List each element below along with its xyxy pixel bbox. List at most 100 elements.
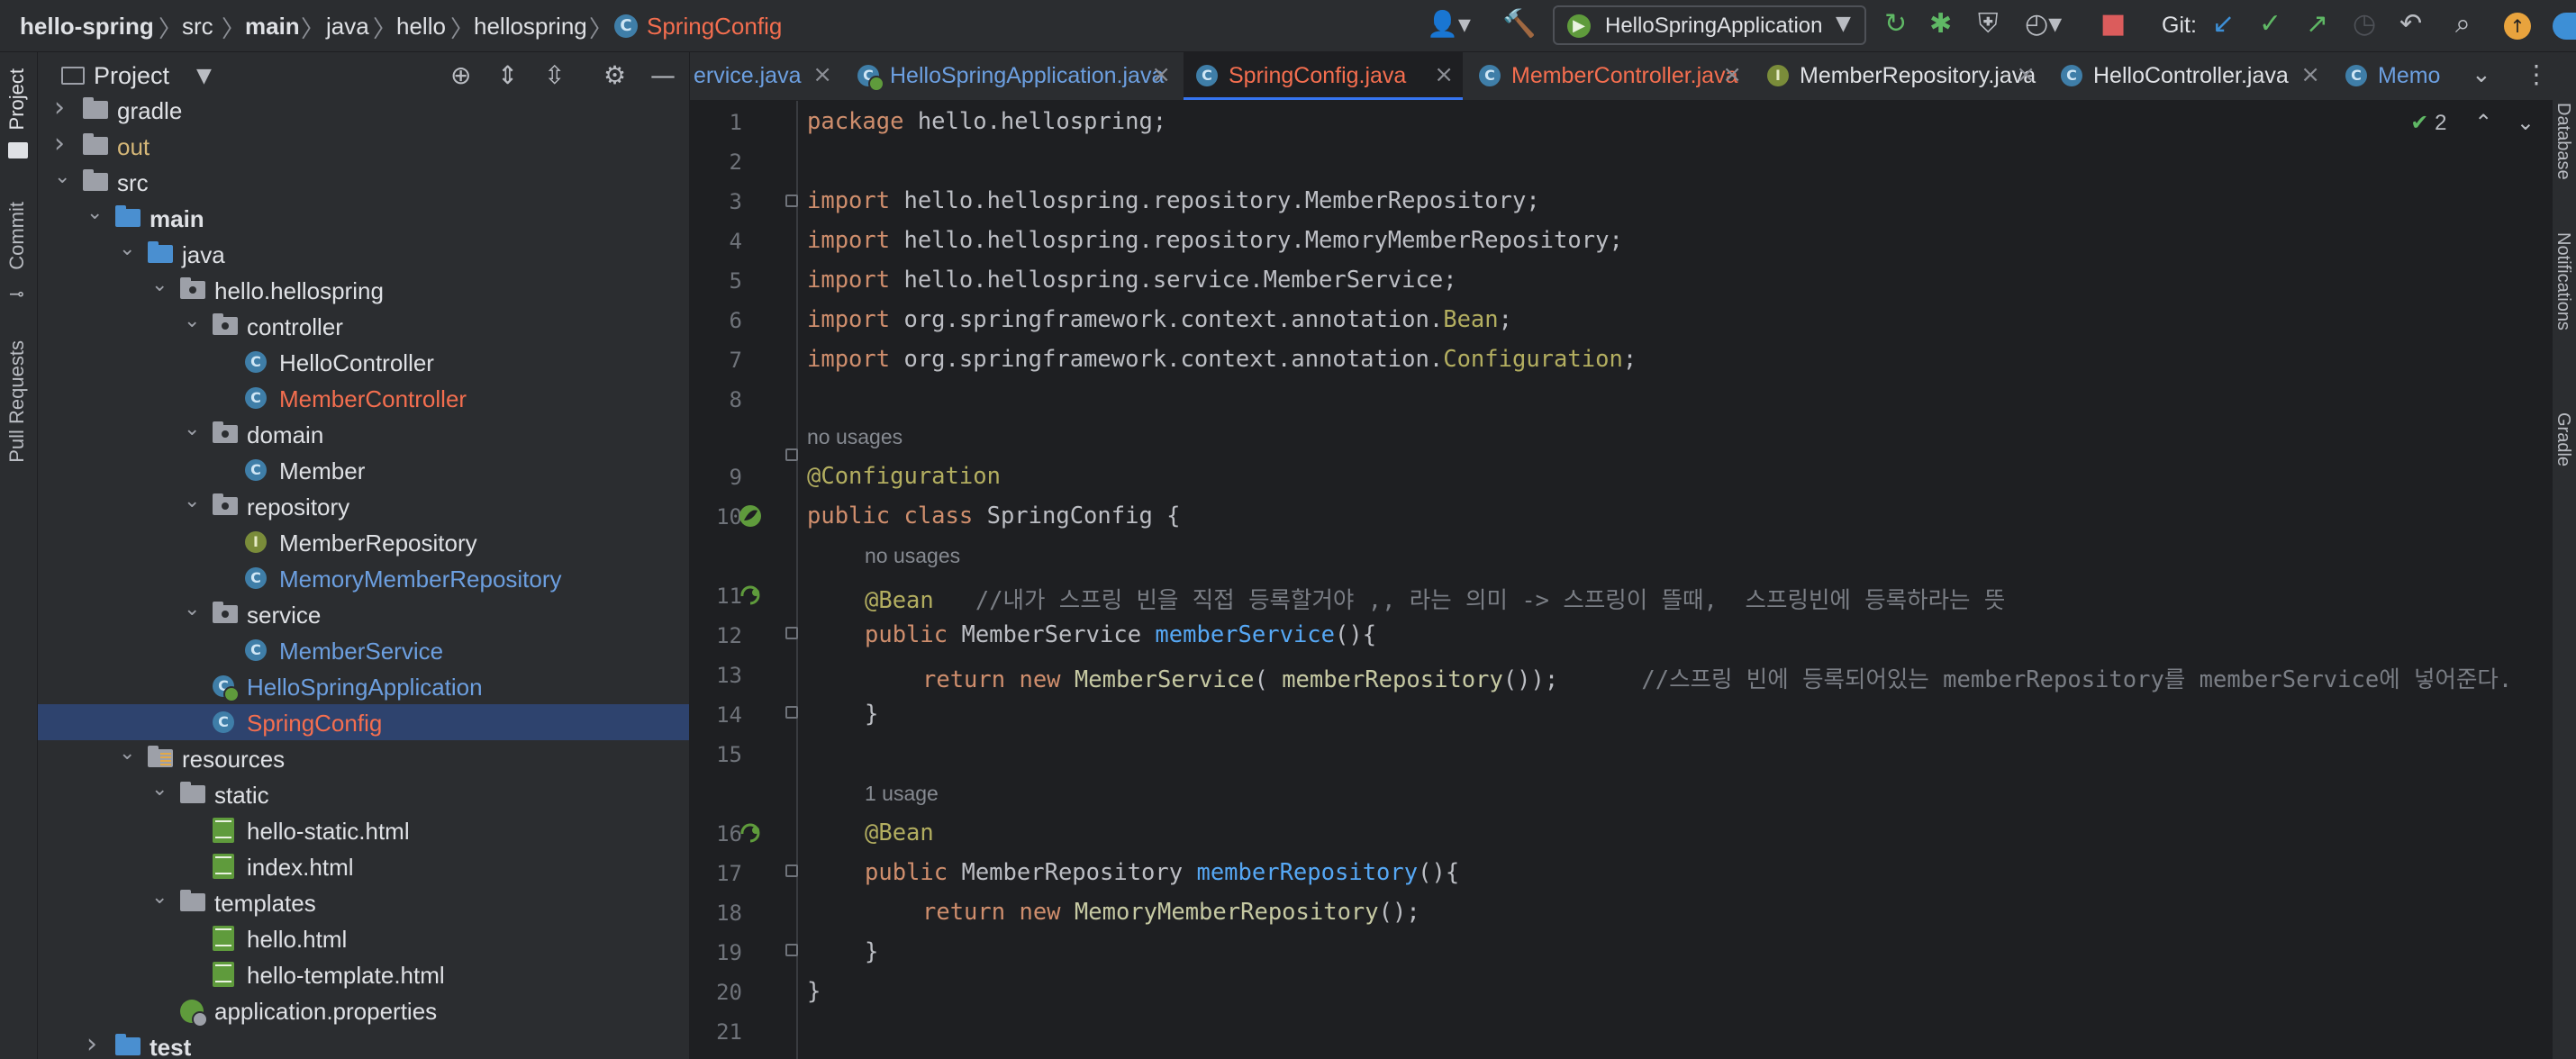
spring-bean-gutter-icon[interactable] <box>737 582 764 609</box>
tree-row[interactable]: ⌄ resources <box>38 740 689 776</box>
close-icon[interactable]: × <box>2300 61 2320 88</box>
editor-tab[interactable]: I MemberRepository.java × <box>1755 52 2045 100</box>
breadcrumb-hellospring[interactable]: hellospring <box>474 13 587 41</box>
gear-icon[interactable]: ⚙ <box>603 60 626 90</box>
rerun-icon[interactable]: ↻ <box>1884 9 1907 40</box>
rollback-icon[interactable]: ↶ <box>2399 9 2422 40</box>
profile-icon[interactable]: 👤▾ <box>1427 9 1471 40</box>
collapse-all-icon[interactable]: ⇳ <box>544 60 565 90</box>
ide-features-icon[interactable] <box>2553 13 2576 40</box>
chevron-down-icon[interactable]: ⌄ <box>2472 61 2491 88</box>
usages-hint[interactable]: no usages <box>807 425 903 449</box>
tree-row[interactable]: I MemberRepository <box>38 524 689 560</box>
tree-row[interactable]: ⌄ domain <box>38 416 689 452</box>
locate-file-icon[interactable]: ⊕ <box>450 60 471 90</box>
chevron-down-icon[interactable]: ⌄ <box>151 274 168 296</box>
fold-marker[interactable] <box>785 944 798 956</box>
chevron-right-icon[interactable]: › <box>86 1028 97 1059</box>
chevron-down-icon[interactable]: ⌄ <box>151 778 168 801</box>
next-highlight-icon[interactable]: ⌄ <box>2517 110 2535 135</box>
git-push-icon[interactable]: ↗ <box>2306 9 2328 40</box>
breadcrumb-hello[interactable]: hello <box>396 13 446 41</box>
tree-row[interactable]: ⌄ static <box>38 776 689 812</box>
close-icon[interactable]: × <box>1151 61 1171 88</box>
editor-tab[interactable]: C MemberController.java × <box>1466 52 1751 100</box>
chevron-down-icon[interactable]: ⌄ <box>184 490 200 512</box>
chevron-down-icon[interactable]: ⌄ <box>184 598 200 620</box>
close-icon[interactable]: × <box>2016 61 2036 88</box>
close-icon[interactable]: × <box>1434 61 1454 88</box>
spring-config-gutter-icon[interactable] <box>737 502 764 530</box>
breadcrumb-springconfig[interactable]: SpringConfig <box>647 13 782 41</box>
editor-tab[interactable]: ervice.java × <box>690 52 841 100</box>
update-available-icon[interactable]: ↑ <box>2504 13 2531 40</box>
tool-tab-project[interactable]: Project <box>5 68 29 130</box>
tree-row[interactable]: ⌄ java <box>38 236 689 272</box>
chevron-down-icon[interactable]: ⌄ <box>54 166 70 188</box>
git-commit-icon[interactable]: ✓ <box>2259 9 2281 40</box>
chevron-down-icon[interactable]: ⌄ <box>86 202 103 224</box>
profiler-icon[interactable]: ◴▾ <box>2025 9 2062 40</box>
tree-row[interactable]: hello-template.html <box>38 956 689 992</box>
spring-bean-gutter-icon[interactable] <box>737 819 764 846</box>
chevron-down-icon[interactable]: ▼ <box>196 65 212 87</box>
editor-tab[interactable]: C HelloController.java × <box>2048 52 2329 100</box>
build-hammer-icon[interactable]: 🔨 <box>1502 9 1536 40</box>
tree-row[interactable]: ⌄ src <box>38 164 689 200</box>
tree-row[interactable]: ⌄ controller <box>38 308 689 344</box>
tool-tab-pull-requests[interactable]: Pull Requests <box>5 340 29 463</box>
fold-marker[interactable] <box>785 627 798 639</box>
tree-row[interactable]: ⌄ templates <box>38 884 689 920</box>
close-icon[interactable]: × <box>812 61 832 88</box>
tree-row[interactable]: ⌄ repository <box>38 488 689 524</box>
tree-row[interactable]: ⌄ hello.hellospring <box>38 272 689 308</box>
tree-row[interactable]: C SpringConfig <box>38 704 689 740</box>
breadcrumb-src[interactable]: src <box>182 13 213 41</box>
tool-tab-database[interactable]: Database <box>2553 103 2573 180</box>
coverage-icon[interactable]: ⛨ <box>1978 9 1999 40</box>
breadcrumb-main[interactable]: main <box>245 13 300 41</box>
chevron-down-icon[interactable]: ⌄ <box>184 310 200 332</box>
tree-row[interactable]: ⌄ main <box>38 200 689 236</box>
usages-hint[interactable]: no usages <box>865 544 960 568</box>
breadcrumb-java[interactable]: java <box>326 13 369 41</box>
tree-row[interactable]: › gradle <box>38 92 689 128</box>
chevron-down-icon[interactable]: ⌄ <box>119 742 135 765</box>
tree-row[interactable]: index.html <box>38 848 689 884</box>
tree-row[interactable]: C Member <box>38 452 689 488</box>
close-icon[interactable]: × <box>1722 61 1742 88</box>
chevron-down-icon[interactable]: ⌄ <box>184 418 200 440</box>
tree-row[interactable]: C MemoryMemberRepository <box>38 560 689 596</box>
editor-tab[interactable]: C Memo <box>2333 52 2477 100</box>
debug-icon[interactable]: ✱ <box>1929 9 1952 40</box>
tree-row[interactable]: C HelloSpringApplication <box>38 668 689 704</box>
tool-tab-commit[interactable]: Commit <box>5 202 29 270</box>
hide-panel-icon[interactable]: — <box>650 60 676 90</box>
inspection-widget[interactable]: ✔ 2 ⌃ ⌄ <box>2410 110 2535 136</box>
git-update-icon[interactable]: ↙ <box>2212 9 2235 40</box>
tree-row[interactable]: › test <box>38 1028 689 1059</box>
fold-marker[interactable] <box>785 195 798 207</box>
tool-tab-notifications[interactable]: Notifications <box>2553 232 2573 330</box>
tree-row[interactable]: C MemberService <box>38 632 689 668</box>
tree-row[interactable]: › out <box>38 128 689 164</box>
chevron-down-icon[interactable]: ⌄ <box>119 238 135 260</box>
tree-row[interactable]: application.properties <box>38 992 689 1028</box>
tree-row[interactable]: hello-static.html <box>38 812 689 848</box>
tree-row[interactable]: ⌄ service <box>38 596 689 632</box>
fold-marker[interactable] <box>785 864 798 877</box>
more-options-icon[interactable]: ⋮ <box>2524 59 2549 89</box>
editor-tab[interactable]: C SpringConfig.java × <box>1184 52 1463 100</box>
chevron-right-icon[interactable]: › <box>54 128 65 159</box>
fold-marker[interactable] <box>785 706 798 719</box>
tool-tab-gradle[interactable]: Gradle <box>2553 412 2573 466</box>
tree-row[interactable]: C MemberController <box>38 380 689 416</box>
chevron-down-icon[interactable]: ⌄ <box>151 886 168 909</box>
project-panel-title[interactable]: Project <box>94 62 169 90</box>
tree-row[interactable]: C HelloController <box>38 344 689 380</box>
stop-icon[interactable]: ■ <box>2100 9 2126 40</box>
git-history-icon[interactable]: ◷ <box>2353 9 2376 40</box>
breadcrumb-project[interactable]: hello-spring <box>20 13 154 41</box>
editor-tab[interactable]: C HelloSpringApplication.java × <box>845 52 1180 100</box>
code-editor[interactable]: 1 2 3 4 5 6 7 8 9 10 11 12 13 14 15 16 17 18 19 20 21 ✔ 2 ⌃ … <box>690 101 2576 1059</box>
